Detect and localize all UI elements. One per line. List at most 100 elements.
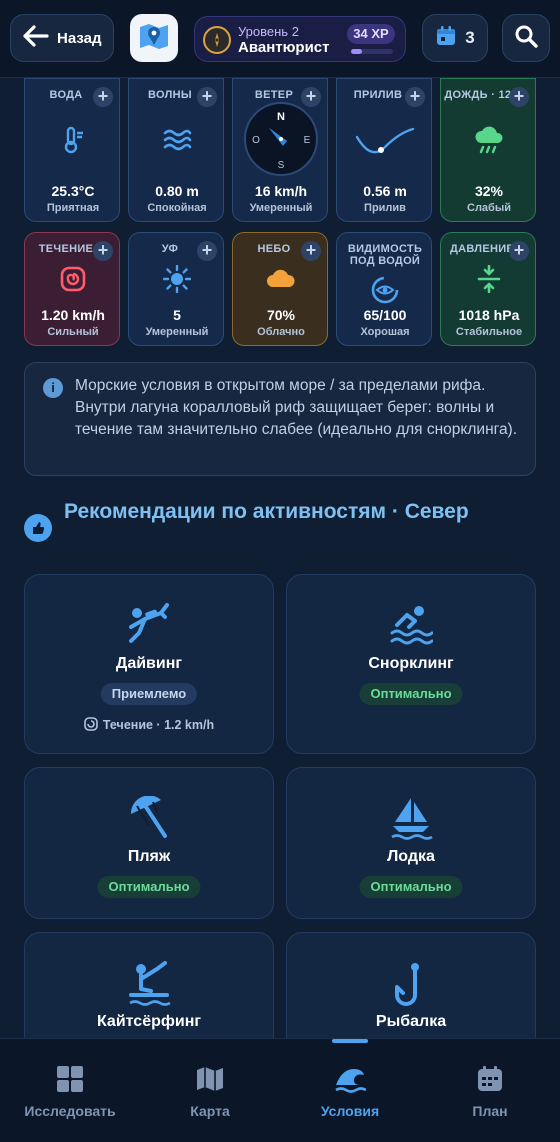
- level-name: Авантюрист: [238, 39, 330, 56]
- compass-west: O: [252, 135, 260, 146]
- tile-value: 1018 hPa: [458, 307, 520, 323]
- thermometer-icon: [25, 125, 121, 160]
- wave-icon: [280, 1065, 420, 1098]
- tile-pressure[interactable]: ДАВЛЕНИЕ + 1018 hPa Стабильное: [440, 232, 536, 346]
- calendar-button[interactable]: 3: [422, 14, 488, 62]
- activity-note-text: Течение · 1.2 km/h: [102, 718, 215, 732]
- add-icon[interactable]: +: [509, 87, 529, 107]
- arrow-left-icon: [23, 25, 49, 51]
- bottom-navigation: Исследовать Карта Условия План: [0, 1038, 560, 1142]
- compass-icon: [203, 26, 231, 54]
- tile-status: Сильный: [47, 326, 99, 338]
- nav-label: План: [472, 1103, 508, 1119]
- tile-value: 25.3°C: [51, 183, 95, 199]
- rain-cloud-icon: [441, 125, 537, 160]
- level-badge[interactable]: Уровень 2 Авантюрист 34 XP: [194, 16, 406, 62]
- tile-rain[interactable]: ДОЖДЬ · 12H + 32% Слабый: [440, 78, 536, 222]
- status-badge: Оптимально: [97, 876, 201, 898]
- eye-icon: [337, 275, 433, 310]
- add-icon[interactable]: +: [197, 241, 217, 261]
- tile-value: 32%: [474, 183, 504, 199]
- compass-north: N: [277, 111, 285, 123]
- tide-curve-icon: [337, 121, 433, 166]
- info-text: Морские условия в открытом море / за пре…: [75, 377, 518, 438]
- tile-status: Спокойная: [147, 202, 207, 214]
- tile-status: Прилив: [364, 202, 406, 214]
- grid-icon: [0, 1065, 140, 1098]
- compass-south: S: [278, 160, 285, 171]
- nav-explore[interactable]: Исследовать: [0, 1039, 140, 1142]
- tile-water[interactable]: ВОДА + 25.3°C Приятная: [24, 78, 120, 222]
- beach-umbrella-icon: [25, 795, 273, 845]
- add-icon[interactable]: +: [509, 241, 529, 261]
- nav-conditions[interactable]: Условия: [280, 1039, 420, 1142]
- search-button[interactable]: [502, 14, 550, 62]
- calendar-icon: [420, 1065, 560, 1098]
- activity-card-boat[interactable]: Лодка Оптимально: [286, 767, 536, 919]
- tile-status: Стабильное: [455, 326, 523, 338]
- calendar-icon: [435, 25, 457, 52]
- status-badge: Приемлемо: [100, 683, 198, 705]
- tile-tide[interactable]: ПРИЛИВ + 0.56 m Прилив: [336, 78, 432, 222]
- compass-east: E: [304, 135, 311, 146]
- activity-note: Течение · 1.2 km/h: [25, 717, 273, 732]
- tile-visibility[interactable]: ВИДИМОСТЬ ПОД ВОДОЙ 65/100 Хорошая: [336, 232, 432, 346]
- activity-card-kitesurfing[interactable]: Кайтсёрфинг: [24, 932, 274, 1042]
- nav-plan[interactable]: План: [420, 1039, 560, 1142]
- activity-card-snorkeling[interactable]: Снорклинг Оптимально: [286, 574, 536, 754]
- tile-status: Слабый: [467, 202, 511, 214]
- tile-label: ВИДИМОСТЬ ПОД ВОДОЙ: [347, 243, 423, 267]
- activity-name: Кайтсёрфинг: [96, 1013, 202, 1030]
- activity-name: Дайвинг: [115, 655, 183, 672]
- nav-label: Условия: [320, 1103, 380, 1119]
- add-icon[interactable]: +: [301, 241, 321, 261]
- diver-icon: [25, 603, 273, 652]
- tile-value: 70%: [266, 307, 296, 323]
- tile-value: 1.20 km/h: [41, 307, 105, 323]
- tile-uv[interactable]: УФ + 5 Умеренный: [128, 232, 224, 346]
- activity-name: Пляж: [127, 848, 171, 865]
- tile-status: Умеренный: [145, 326, 209, 338]
- tile-status: Облачно: [257, 326, 305, 338]
- back-button[interactable]: Назад: [10, 14, 114, 62]
- tile-status: Умеренный: [249, 202, 313, 214]
- tile-status: Хорошая: [360, 326, 410, 338]
- tile-value: 65/100: [363, 307, 407, 323]
- thumbs-up-icon: [24, 514, 52, 542]
- level-label: Уровень 2: [238, 24, 299, 39]
- nav-label: Исследовать: [24, 1103, 116, 1119]
- xp-progress-bar: [351, 49, 393, 54]
- activity-name: Лодка: [387, 848, 435, 865]
- sailboat-icon: [287, 796, 535, 845]
- info-icon: i: [43, 378, 63, 398]
- tile-sky[interactable]: НЕБО + 70% Облачно: [232, 232, 328, 346]
- status-badge: Оптимально: [359, 876, 463, 898]
- tile-value: 5: [173, 307, 181, 323]
- activity-name: Рыбалка: [375, 1013, 447, 1030]
- activity-card-fishing[interactable]: Рыбалка: [286, 932, 536, 1042]
- info-banner: i Морские условия в открытом море / за п…: [24, 362, 536, 476]
- nav-map[interactable]: Карта: [140, 1039, 280, 1142]
- add-icon[interactable]: +: [93, 87, 113, 107]
- pressure-icon: [441, 264, 537, 298]
- status-badge: Оптимально: [359, 683, 463, 705]
- kitesurf-icon: [25, 961, 273, 1014]
- add-icon[interactable]: +: [405, 87, 425, 107]
- tile-waves[interactable]: ВОЛНЫ + 0.80 m Спокойная: [128, 78, 224, 222]
- tile-value: 16 km/h: [254, 183, 308, 199]
- cloud-icon: [233, 265, 329, 296]
- map-button[interactable]: [130, 14, 178, 62]
- add-icon[interactable]: +: [93, 241, 113, 261]
- section-title: Рекомендации по активностям · Север: [64, 500, 469, 523]
- add-icon[interactable]: +: [197, 87, 217, 107]
- calendar-count: 3: [465, 28, 475, 47]
- tile-wind[interactable]: ВЕТЕР + N S O E 16 km/h Умеренный: [232, 78, 328, 222]
- activity-card-beach[interactable]: Пляж Оптимально: [24, 767, 274, 919]
- tile-current[interactable]: ТЕЧЕНИЕ + 1.20 km/h Сильный: [24, 232, 120, 346]
- activity-card-diving[interactable]: Дайвинг Приемлемо Течение · 1.2 km/h: [24, 574, 274, 754]
- xp-badge: 34 XP: [347, 24, 395, 44]
- compass-icon: N S O E: [233, 101, 329, 182]
- sun-icon: [129, 264, 225, 298]
- waves-icon: [129, 125, 225, 160]
- map-pin-icon: [137, 19, 171, 58]
